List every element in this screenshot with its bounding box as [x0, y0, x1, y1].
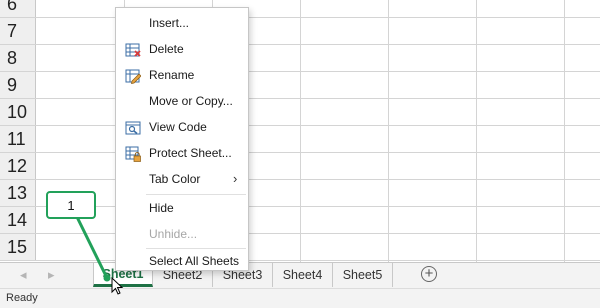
menu-item-protect-sheet[interactable]: Protect Sheet... — [116, 142, 248, 166]
menu-item-label: Delete — [149, 42, 184, 56]
menu-item-rename[interactable]: Rename — [116, 64, 248, 88]
menu-item-label: Tab Color — [149, 172, 201, 186]
menu-item-label: Unhide... — [149, 227, 198, 241]
menu-item-label: Select All Sheets — [149, 254, 240, 268]
protect-sheet-icon — [125, 146, 141, 162]
menu-item-label: Hide — [149, 201, 174, 215]
menu-item-move-or-copy[interactable]: Move or Copy... — [116, 90, 248, 114]
mouse-cursor-icon — [111, 277, 124, 295]
view-code-icon — [125, 121, 141, 135]
callout-label: 1 — [67, 197, 75, 213]
menu-item-label: Protect Sheet... — [149, 146, 232, 160]
menu-item-label: Insert... — [149, 16, 190, 30]
menu-item-insert[interactable]: Insert... — [116, 12, 248, 36]
callout-pointer-line — [76, 217, 111, 282]
menu-item-label: Rename — [149, 68, 195, 82]
menu-item-view-code[interactable]: View Code — [116, 116, 248, 140]
menu-item-select-all-sheets[interactable]: Select All Sheets — [116, 250, 248, 274]
menu-separator — [146, 194, 246, 195]
menu-item-hide[interactable]: Hide — [116, 197, 248, 221]
step-callout: 1 — [46, 191, 96, 219]
menu-item-label: View Code — [149, 120, 207, 134]
chevron-right-icon: › — [233, 171, 238, 186]
sheet-tab-context-menu: Insert... Delete Rename Move or Copy... — [115, 7, 249, 271]
menu-item-delete[interactable]: Delete — [116, 38, 248, 62]
menu-item-tab-color[interactable]: Tab Color › — [116, 168, 248, 192]
delete-sheet-icon — [125, 43, 141, 57]
menu-separator — [146, 248, 246, 249]
rename-sheet-icon — [125, 69, 141, 84]
menu-item-label: Move or Copy... — [149, 94, 233, 108]
menu-item-unhide: Unhide... — [116, 223, 248, 247]
